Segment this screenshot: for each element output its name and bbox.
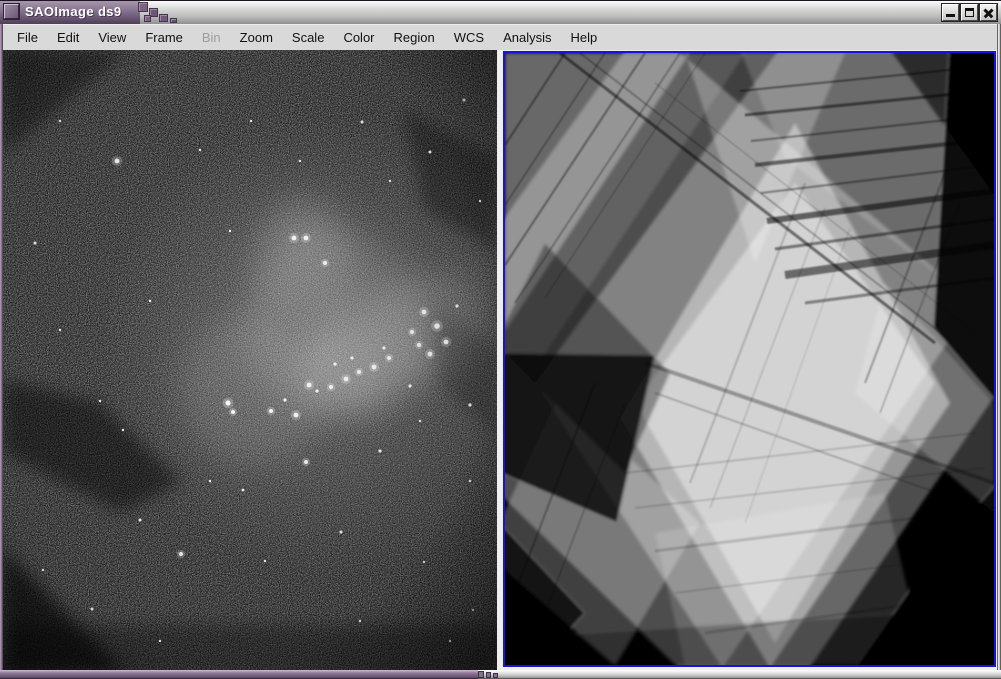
maximize-button[interactable] (961, 4, 978, 21)
window-bottom-handle-left[interactable] (0, 670, 478, 679)
content-area (3, 50, 997, 670)
minimize-button[interactable] (942, 4, 959, 21)
menu-item-edit[interactable]: Edit (57, 30, 79, 45)
menu-item-analysis[interactable]: Analysis (503, 30, 551, 45)
menu-item-color[interactable]: Color (343, 30, 374, 45)
titlebar[interactable]: SAOImage ds9 (0, 1, 1001, 24)
titlebar-ornament (138, 2, 148, 12)
titlebar-ornament (144, 15, 151, 22)
minimize-icon (946, 14, 955, 17)
starfield-image (3, 50, 497, 670)
frame-1-starfield[interactable] (3, 50, 497, 670)
bottom-bar-ornament (486, 672, 491, 678)
maximize-icon (965, 8, 974, 17)
window-menu-icon[interactable] (4, 4, 19, 19)
menu-item-bin[interactable]: Bin (202, 30, 221, 45)
exposure-map-image (505, 53, 994, 665)
menu-item-help[interactable]: Help (570, 30, 597, 45)
menubar: File Edit View Frame Bin Zoom Scale Color Region… (3, 24, 997, 50)
window-bottom-handle-right[interactable] (500, 670, 1001, 679)
menu-item-file[interactable]: File (17, 30, 38, 45)
window-border-left[interactable] (0, 24, 3, 670)
close-button[interactable] (980, 4, 997, 21)
bottom-bar-ornament (493, 673, 498, 678)
menu-item-view[interactable]: View (98, 30, 126, 45)
menu-item-zoom[interactable]: Zoom (240, 30, 273, 45)
titlebar-ornament (159, 14, 168, 22)
window-title: SAOImage ds9 (25, 1, 122, 24)
menu-item-wcs[interactable]: WCS (454, 30, 484, 45)
menu-item-region[interactable]: Region (394, 30, 435, 45)
window-border-right[interactable] (997, 24, 1001, 670)
ds9-window: SAOImage ds9 File Edit View Frame Bin Zoom Sca… (0, 0, 1001, 679)
frame-2-exposure-map-active[interactable] (503, 51, 996, 667)
bottom-bar-ornament (478, 671, 484, 678)
menu-item-scale[interactable]: Scale (292, 30, 325, 45)
menu-item-frame[interactable]: Frame (145, 30, 183, 45)
close-icon (981, 5, 996, 20)
titlebar-ornament (170, 18, 177, 23)
